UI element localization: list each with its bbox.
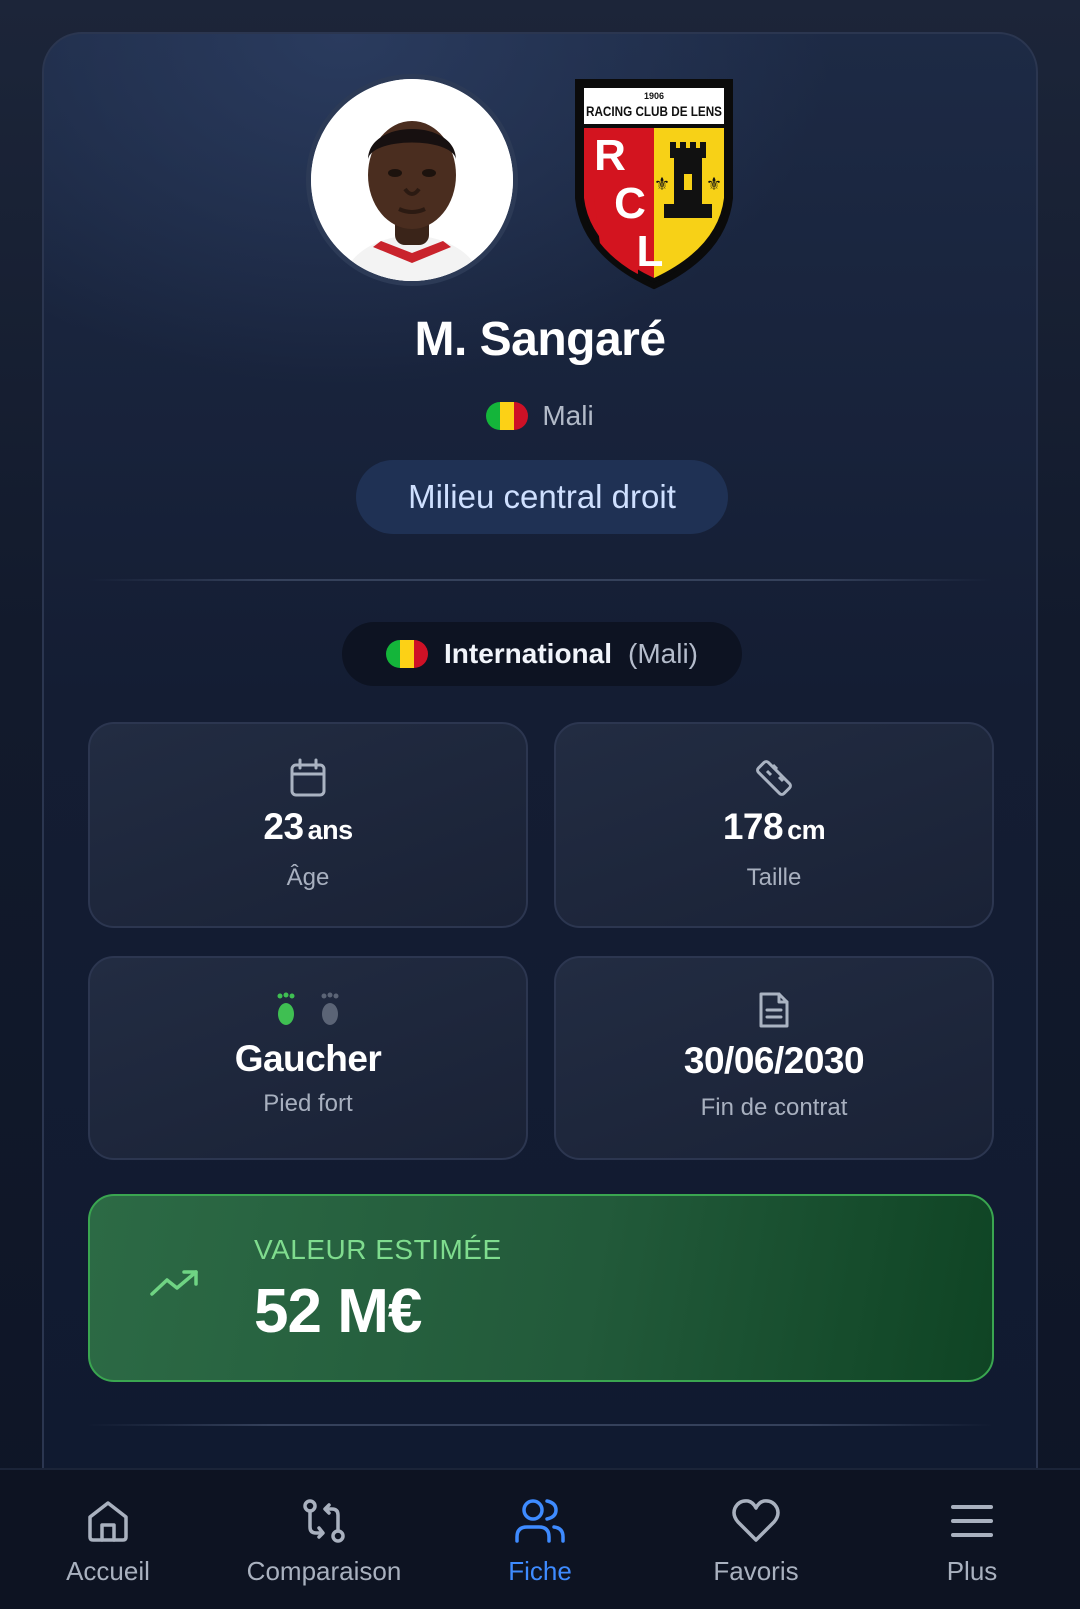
- mali-flag-icon: [486, 402, 529, 430]
- market-value-card: VALEUR ESTIMÉE 52 M€: [88, 1194, 994, 1382]
- stat-card-age: 23 ans Âge: [88, 722, 528, 928]
- flag-stripe-yellow: [500, 402, 515, 430]
- right-foot-icon: [321, 992, 339, 1025]
- stat-value-contract: 30/06/2030: [683, 1040, 865, 1081]
- left-foot-icon: [277, 992, 295, 1025]
- footprints-icon: [90, 992, 526, 1026]
- nav-label: Comparaison: [246, 1556, 402, 1586]
- mali-flag-icon: [385, 640, 428, 668]
- player-card: 1906 RACING CLUB DE LENS R C L ⚜ ⚜ M. Sa…: [42, 32, 1038, 1512]
- nav-item-accueil[interactable]: Accueil: [0, 1470, 216, 1609]
- heart-icon: [731, 1494, 781, 1548]
- document-icon: [556, 990, 992, 1030]
- divider: [88, 1424, 992, 1426]
- ruler-icon: [556, 758, 992, 798]
- menu-icon: [949, 1494, 995, 1548]
- player-avatar: [306, 74, 518, 286]
- age-number: 23: [263, 806, 304, 847]
- club-logo-letter-c: C: [614, 179, 646, 228]
- nav-label: Accueil: [66, 1556, 150, 1586]
- height-number: 178: [722, 806, 784, 847]
- club-logo-letter-l: L: [637, 227, 664, 276]
- club-logo-letter-r: R: [594, 131, 626, 180]
- international-country: (Mali): [628, 638, 698, 669]
- flag-stripe-green: [486, 402, 501, 430]
- stat-label-age: Âge: [286, 864, 330, 891]
- stat-label-height: Taille: [746, 864, 802, 891]
- flag-stripe-yellow: [399, 640, 414, 668]
- users-icon: [514, 1494, 566, 1548]
- market-value-caption: VALEUR ESTIMÉE: [254, 1234, 502, 1265]
- nav-label: Favoris: [713, 1556, 799, 1586]
- international-badge: International (Mali): [342, 622, 742, 686]
- compare-icon: [300, 1494, 348, 1548]
- international-label: International: [443, 638, 612, 669]
- club-logo-name: RACING CLUB DE LENS: [586, 104, 722, 119]
- stat-label-contract: Fin de contrat: [700, 1094, 848, 1121]
- calendar-icon: [90, 758, 526, 798]
- trending-up-icon: [150, 1268, 200, 1303]
- height-unit: cm: [787, 815, 826, 845]
- stat-card-contract: 30/06/2030 Fin de contrat: [554, 956, 994, 1160]
- stat-card-foot: Gaucher Pied fort: [88, 956, 528, 1160]
- stat-value-height: 178 cm: [556, 806, 992, 848]
- flag-stripe-red: [413, 640, 428, 668]
- svg-text:⚜: ⚜: [654, 174, 670, 195]
- nav-item-favoris[interactable]: Favoris: [648, 1470, 864, 1609]
- nav-item-plus[interactable]: Plus: [864, 1470, 1080, 1609]
- nav-item-fiche[interactable]: Fiche: [432, 1470, 648, 1609]
- divider: [88, 579, 992, 581]
- nationality-row: Mali: [44, 400, 1036, 432]
- age-unit: ans: [307, 815, 354, 845]
- club-logo-year: 1906: [644, 91, 664, 101]
- stat-card-height: 178 cm Taille: [554, 722, 994, 928]
- nav-label: Plus: [946, 1556, 998, 1586]
- player-name: M. Sangaré: [414, 313, 666, 366]
- stat-value-foot: Gaucher: [234, 1038, 382, 1079]
- home-icon: [84, 1494, 132, 1548]
- stat-label-foot: Pied fort: [263, 1090, 353, 1117]
- position-badge: Milieu central droit: [356, 460, 728, 534]
- club-logo: 1906 RACING CLUB DE LENS R C L ⚜ ⚜: [574, 78, 734, 290]
- nav-item-comparaison[interactable]: Comparaison: [216, 1470, 432, 1609]
- flag-stripe-green: [385, 640, 400, 668]
- market-value-amount: 52 M€: [254, 1277, 422, 1346]
- nationality-label: Mali: [542, 400, 594, 431]
- svg-text:⚜: ⚜: [706, 174, 722, 195]
- bottom-nav: Accueil Comparaison Fiche Favoris Plus: [0, 1468, 1080, 1609]
- flag-stripe-red: [514, 402, 529, 430]
- nav-label: Fiche: [508, 1556, 572, 1586]
- app-screen: 1906 RACING CLUB DE LENS R C L ⚜ ⚜ M. Sa…: [0, 0, 1080, 1609]
- stat-value-age: 23 ans: [90, 806, 526, 848]
